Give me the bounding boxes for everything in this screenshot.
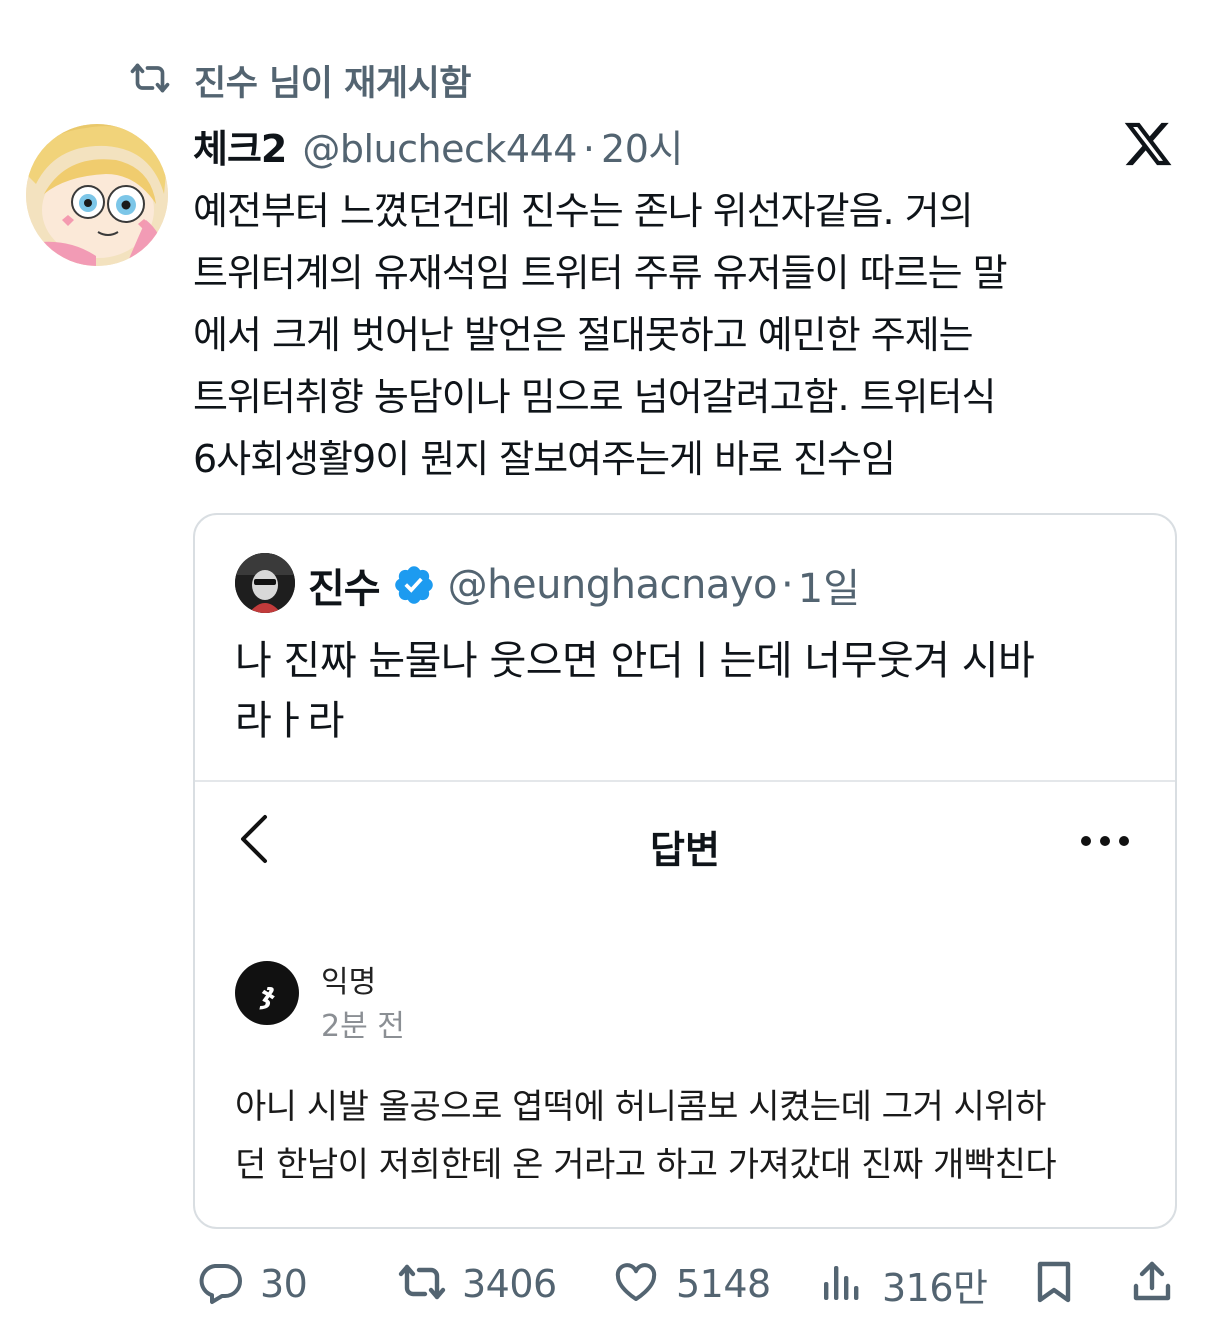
like-button[interactable]: 5148 xyxy=(612,1256,771,1312)
quoted-author-display-name[interactable]: 진수 xyxy=(308,556,381,614)
separator-dot: · xyxy=(781,562,794,608)
separator-dot: · xyxy=(582,127,596,171)
embedded-text-line: 아니 시발 올공으로 엽떡에 허니콤보 시켰는데 그거 시위하 xyxy=(235,1087,1046,1127)
author-avatar[interactable] xyxy=(26,124,168,266)
tweet-text-line: 트위터취향 농담이나 밈으로 넘어갈려고함. 트위터식 xyxy=(193,375,997,419)
bookmark-button[interactable] xyxy=(1030,1256,1078,1312)
tweet-timestamp[interactable]: 20시 xyxy=(601,118,683,173)
quoted-tweet-header: 진수 @heunghacnayo · 1일 xyxy=(308,555,860,615)
bookmark-icon xyxy=(1030,1258,1078,1310)
repost-icon xyxy=(398,1258,446,1310)
x-logo-icon[interactable] xyxy=(1122,118,1174,170)
author-display-name[interactable]: 체크2 xyxy=(193,118,287,173)
repost-count: 3406 xyxy=(462,1262,557,1306)
embedded-post-time: 2분 전 xyxy=(321,1009,405,1044)
tweet-text-line: 6사회생활9이 뭔지 잘보여주는게 바로 진수임 xyxy=(193,437,896,481)
tweet-text-line: 트위터계의 유재석임 트위터 주류 유저들이 따르는 말 xyxy=(193,251,1008,295)
verified-badge-icon xyxy=(392,563,436,607)
heart-icon xyxy=(612,1258,660,1310)
anonymous-logo-icon: ჯ xyxy=(235,961,299,1025)
repost-icon xyxy=(128,58,172,102)
repost-button[interactable]: 3406 xyxy=(398,1256,557,1312)
quoted-author-avatar[interactable] xyxy=(235,553,295,613)
share-button[interactable] xyxy=(1128,1256,1176,1312)
tweet-header: 체크2 @blucheck444 · 20시 xyxy=(193,118,683,174)
quoted-author-handle[interactable]: @heunghacnayo xyxy=(448,562,778,608)
reply-button[interactable]: 30 xyxy=(196,1256,308,1312)
author-handle[interactable]: @blucheck444 xyxy=(302,127,577,171)
repost-label: 진수 님이 재게시함 xyxy=(194,63,471,104)
divider xyxy=(195,780,1175,782)
embedded-author-name: 익명 xyxy=(321,965,377,1000)
views-chart-icon xyxy=(818,1258,866,1310)
tweet-text-line: 예전부터 느꼈던건데 진수는 존나 위선자같음. 거의 xyxy=(193,189,974,233)
quoted-tweet-text: 나 진짜 눈물나 웃으면 안더ㅣ는데 너무웃겨 시바 라ㅏ라 xyxy=(235,631,1165,751)
embedded-screen-title: 답변 xyxy=(650,828,720,872)
tweet-text: 예전부터 느꼈던건데 진수는 존나 위선자같음. 거의 트위터계의 유재석임 트… xyxy=(193,180,1183,490)
quoted-text-line: 나 진짜 눈물나 웃으면 안더ㅣ는데 너무웃겨 시바 xyxy=(235,638,1035,684)
reply-icon xyxy=(196,1258,244,1310)
quoted-text-line: 라ㅏ라 xyxy=(235,698,344,744)
views-button[interactable]: 316만 xyxy=(818,1256,988,1312)
tweet-text-line: 에서 크게 벗어난 발언은 절대못하고 예민한 주제는 xyxy=(193,313,974,357)
reply-count: 30 xyxy=(260,1262,308,1306)
share-icon xyxy=(1128,1258,1176,1310)
like-count: 5148 xyxy=(676,1262,771,1306)
repost-header[interactable]: 진수 님이 재게시함 xyxy=(128,58,471,104)
view-count: 316만 xyxy=(882,1265,988,1310)
embedded-text-line: 던 한남이 저희한테 온 거라고 하고 가져갔대 진짜 개빡친다 xyxy=(235,1145,1057,1185)
more-horizontal-icon xyxy=(1080,833,1130,847)
quoted-tweet-timestamp[interactable]: 1일 xyxy=(798,556,860,614)
quoted-tweet-card[interactable]: 진수 @heunghacnayo · 1일 나 진짜 눈물나 웃으면 안더ㅣ는데… xyxy=(193,513,1177,1229)
embedded-post-text: 아니 시발 올공으로 엽떡에 허니콤보 시켰는데 그거 시위하 던 한남이 저희… xyxy=(235,1078,1165,1194)
